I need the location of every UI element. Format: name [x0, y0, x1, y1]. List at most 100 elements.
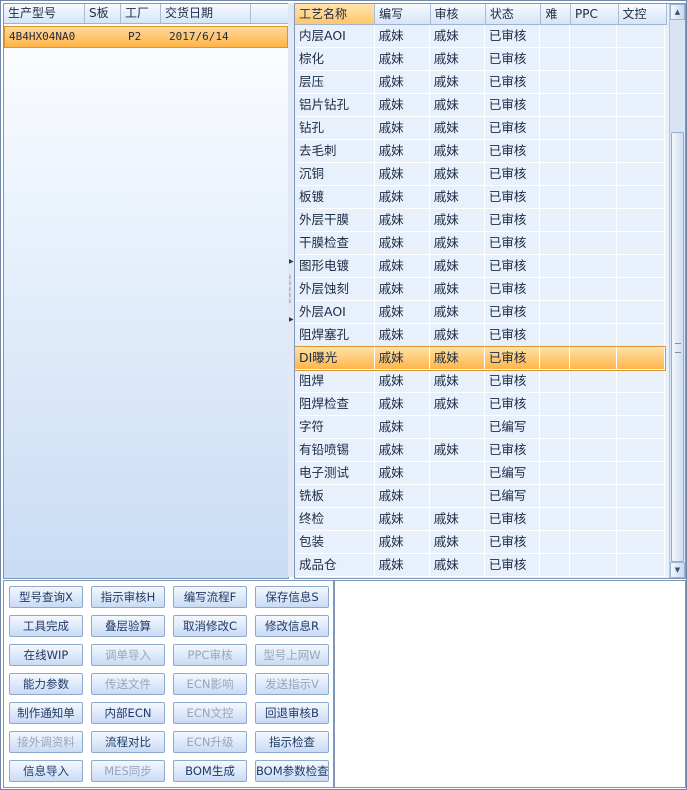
action-button-1[interactable]: 指示审核H [91, 586, 165, 608]
cell-reviewer: 戚妹 [430, 255, 485, 277]
action-button-6[interactable]: 取消修改C [173, 615, 247, 637]
process-row-selected[interactable]: DI曝光 戚妹 戚妹 已审核 [295, 346, 666, 371]
action-button-12[interactable]: 能力参数 [9, 673, 83, 695]
process-row[interactable]: 外层蚀刻 戚妹 戚妹 已审核 [295, 278, 666, 301]
action-button-26[interactable]: BOM生成 [173, 760, 247, 782]
cell-reviewer: 戚妹 [430, 71, 485, 93]
splitter-grip-icon: ⁞ ⁞ ⁞ ⁞ ⁞ [289, 274, 291, 305]
cell-ppc [570, 531, 617, 553]
scroll-thumb[interactable] [671, 132, 684, 562]
scroll-up-icon[interactable]: ▲ [670, 4, 685, 20]
action-button-4[interactable]: 工具完成 [9, 615, 83, 637]
process-row[interactable]: 内层AOI 戚妹 戚妹 已审核 [295, 25, 666, 48]
cell-reviewer: 戚妹 [430, 117, 485, 139]
cell-reviewer: 戚妹 [430, 347, 485, 369]
process-row[interactable]: 字符 戚妹 已编写 [295, 416, 666, 439]
action-button-16[interactable]: 制作通知单 [9, 702, 83, 724]
process-row[interactable]: 钻孔 戚妹 戚妹 已审核 [295, 117, 666, 140]
cell-doc-control [617, 370, 666, 392]
col-header-ppc[interactable]: PPC [571, 4, 619, 24]
action-button-9[interactable]: 调单导入 [91, 644, 165, 666]
cell-reviewer: 戚妹 [430, 186, 485, 208]
action-button-14[interactable]: ECN影响 [173, 673, 247, 695]
cell-reviewer [430, 485, 485, 507]
model-grid[interactable]: 生产型号 S板 工厂 交货日期 4B4HX04NA0 P2 2017/6/14 [3, 3, 289, 579]
process-row[interactable]: 成品仓 戚妹 戚妹 已审核 [295, 554, 666, 577]
cell-writer: 戚妹 [375, 416, 430, 438]
cell-doc-control [617, 416, 666, 438]
process-row[interactable]: 有铅喷锡 戚妹 戚妹 已审核 [295, 439, 666, 462]
process-row[interactable]: 铝片钻孔 戚妹 戚妹 已审核 [295, 94, 666, 117]
action-button-11[interactable]: 型号上网W [255, 644, 329, 666]
action-button-24[interactable]: 信息导入 [9, 760, 83, 782]
process-row[interactable]: 棕化 戚妹 戚妹 已审核 [295, 48, 666, 71]
cell-difficulty [540, 71, 570, 93]
process-row[interactable]: 外层AOI 戚妹 戚妹 已审核 [295, 301, 666, 324]
cell-ppc [570, 71, 617, 93]
action-button-8[interactable]: 在线WIP [9, 644, 83, 666]
scroll-down-icon[interactable]: ▼ [670, 562, 685, 578]
action-button-7[interactable]: 修改信息R [255, 615, 329, 637]
cell-process: 外层AOI [295, 301, 375, 323]
process-row[interactable]: 沉铜 戚妹 戚妹 已审核 [295, 163, 666, 186]
action-button-18[interactable]: ECN文控 [173, 702, 247, 724]
col-header-s-board[interactable]: S板 [85, 4, 121, 23]
process-row[interactable]: 阻焊塞孔 戚妹 戚妹 已审核 [295, 324, 666, 347]
cell-writer: 戚妹 [375, 48, 430, 70]
process-row[interactable]: 电子测试 戚妹 已编写 [295, 462, 666, 485]
splitter-arrow-icon: ▶ [289, 258, 294, 265]
model-row-selected[interactable]: 4B4HX04NA0 P2 2017/6/14 [4, 26, 288, 48]
action-button-21[interactable]: 流程对比 [91, 731, 165, 753]
process-grid[interactable]: 工艺名称 编写 审核 状态 难 PPC 文控 内层AOI 戚妹 戚妹 已审核 棕化 戚妹戚… [294, 3, 686, 579]
col-header-difficulty[interactable]: 难 [541, 4, 572, 24]
cell-status: 已审核 [485, 554, 540, 576]
action-button-10[interactable]: PPC审核 [173, 644, 247, 666]
col-header-reviewer[interactable]: 审核 [431, 4, 486, 24]
action-button-13[interactable]: 传送文件 [91, 673, 165, 695]
col-header-process[interactable]: 工艺名称 [295, 4, 376, 24]
col-header-delivery-date[interactable]: 交货日期 [161, 4, 251, 23]
action-button-2[interactable]: 编写流程F [173, 586, 247, 608]
cell-process: 板镀 [295, 186, 375, 208]
action-button-19[interactable]: 回退审核B [255, 702, 329, 724]
process-row[interactable]: 干膜检查 戚妹 戚妹 已审核 [295, 232, 666, 255]
cell-status: 已审核 [485, 209, 540, 231]
cell-status: 已编写 [485, 462, 540, 484]
cell-difficulty [540, 209, 570, 231]
process-row[interactable]: 外层干膜 戚妹 戚妹 已审核 [295, 209, 666, 232]
cell-ppc [570, 439, 617, 461]
col-header-factory[interactable]: 工厂 [121, 4, 161, 23]
col-header-doc-control[interactable]: 文控 [619, 4, 668, 24]
action-button-27[interactable]: BOM参数检查 [255, 760, 329, 782]
process-row[interactable]: 去毛刺 戚妹 戚妹 已审核 [295, 140, 666, 163]
cell-writer: 戚妹 [375, 255, 430, 277]
process-row[interactable]: 层压 戚妹 戚妹 已审核 [295, 71, 666, 94]
action-button-3[interactable]: 保存信息S [255, 586, 329, 608]
action-button-15[interactable]: 发送指示V [255, 673, 329, 695]
process-row[interactable]: 阻焊检查 戚妹 戚妹 已审核 [295, 393, 666, 416]
cell-doc-control [617, 209, 666, 231]
process-row[interactable]: 终检 戚妹 戚妹 已审核 [295, 508, 666, 531]
process-row[interactable]: 图形电镀 戚妹 戚妹 已审核 [295, 255, 666, 278]
action-button-5[interactable]: 叠层验算 [91, 615, 165, 637]
action-button-20[interactable]: 接外调资料 [9, 731, 83, 753]
process-row[interactable]: 板镀 戚妹 戚妹 已审核 [295, 186, 666, 209]
cell-difficulty [540, 439, 570, 461]
cell-process: 外层干膜 [295, 209, 375, 231]
action-button-25[interactable]: MES同步 [91, 760, 165, 782]
process-row[interactable]: 阻焊 戚妹 戚妹 已审核 [295, 370, 666, 393]
action-button-22[interactable]: ECN升级 [173, 731, 247, 753]
cell-writer: 戚妹 [375, 485, 430, 507]
process-row[interactable]: 包装 戚妹 戚妹 已审核 [295, 531, 666, 554]
action-button-17[interactable]: 内部ECN [91, 702, 165, 724]
col-header-writer[interactable]: 编写 [375, 4, 431, 24]
cell-status: 已审核 [485, 370, 540, 392]
cell-reviewer: 戚妹 [430, 439, 485, 461]
vertical-scrollbar[interactable]: ▲ ▼ [669, 4, 685, 578]
action-button-23[interactable]: 指示检查 [255, 731, 329, 753]
cell-ppc [570, 370, 617, 392]
col-header-status[interactable]: 状态 [486, 4, 542, 24]
action-button-0[interactable]: 型号查询X [9, 586, 83, 608]
process-row[interactable]: 铣板 戚妹 已编写 [295, 485, 666, 508]
col-header-model[interactable]: 生产型号 [4, 4, 85, 23]
